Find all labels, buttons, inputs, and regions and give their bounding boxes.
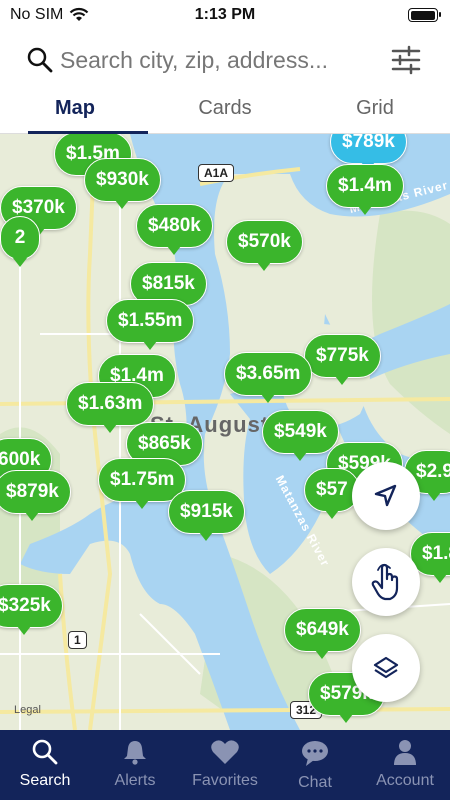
account-icon <box>394 740 416 765</box>
layers-icon <box>373 656 399 679</box>
nav-alerts[interactable]: Alerts <box>90 730 180 800</box>
location-arrow-icon <box>374 484 397 507</box>
draw-area-button[interactable] <box>352 548 420 616</box>
search-input[interactable] <box>60 42 380 78</box>
nav-account[interactable]: Account <box>360 730 450 800</box>
layers-button[interactable] <box>352 634 420 702</box>
price-pin[interactable]: $649k <box>284 608 361 659</box>
battery-icon <box>408 8 441 22</box>
price-pin[interactable]: $1.4m <box>326 164 404 215</box>
nav-chat[interactable]: Chat <box>270 730 360 800</box>
tab-cards[interactable]: Cards <box>150 90 300 133</box>
tab-grid[interactable]: Grid <box>300 90 450 133</box>
legal-link[interactable]: Legal <box>14 704 41 716</box>
price-pin[interactable]: $1.55m <box>106 299 195 350</box>
price-pin[interactable]: $325k <box>0 584 63 635</box>
bottom-nav: Search Alerts Favorites Chat Account <box>0 730 450 800</box>
price-pin[interactable]: $879k <box>0 470 71 521</box>
price-pin[interactable]: $930k <box>84 158 161 209</box>
price-pin[interactable]: $775k <box>304 334 381 385</box>
nav-label: Search <box>19 772 71 789</box>
filter-icon[interactable] <box>390 44 422 76</box>
price-pin[interactable]: $1.63m <box>66 382 155 433</box>
price-pin[interactable]: $57 <box>304 468 360 519</box>
price-pin[interactable]: $549k <box>262 410 339 461</box>
price-pin[interactable]: 2 <box>0 216 40 267</box>
price-pin[interactable]: $480k <box>136 204 213 255</box>
nav-search[interactable]: Search <box>0 730 90 800</box>
bell-icon <box>124 741 146 765</box>
price-pin[interactable]: $915k <box>168 490 245 541</box>
search-icon <box>27 47 53 73</box>
nav-label: Account <box>376 772 434 789</box>
price-pin[interactable]: $1.75m <box>98 458 187 509</box>
hand-draw-icon <box>371 563 399 601</box>
view-tabs: Map Cards Grid <box>0 90 450 134</box>
search-bar <box>0 34 450 86</box>
search-icon <box>32 739 58 765</box>
road-shield-1: 1 <box>68 631 87 649</box>
nav-label: Favorites <box>192 772 258 789</box>
price-pin[interactable]: $789k <box>330 134 407 171</box>
nav-label: Chat <box>298 774 332 791</box>
locate-button[interactable] <box>352 462 420 530</box>
nav-favorites[interactable]: Favorites <box>180 730 270 800</box>
price-pin[interactable]: $3.65m <box>224 352 313 403</box>
price-pin[interactable]: $570k <box>226 220 303 271</box>
status-time: 1:13 PM <box>194 6 256 23</box>
nav-label: Alerts <box>114 772 156 789</box>
tab-map[interactable]: Map <box>0 90 150 134</box>
chat-icon <box>302 741 328 766</box>
heart-icon <box>211 740 239 764</box>
map-view[interactable]: St. Augustine Matanzas River Matanzas Ri… <box>0 134 450 730</box>
road-shield-a1a: A1A <box>198 164 235 182</box>
status-bar: No SIM 1:13 PM <box>0 0 450 30</box>
